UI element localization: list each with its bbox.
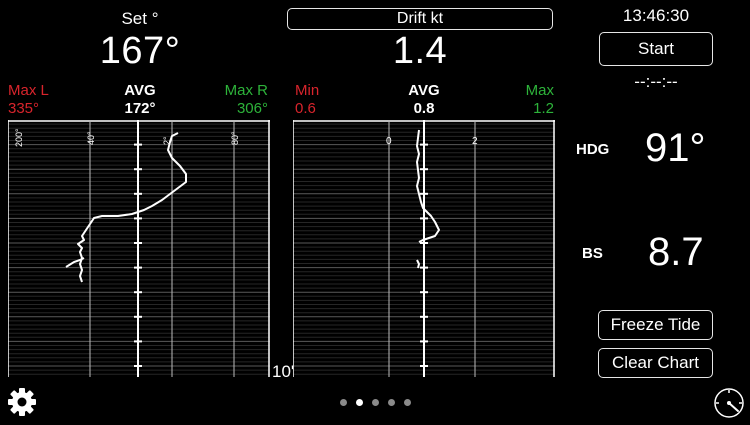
page-dot[interactable]: [340, 399, 347, 406]
drift-max-label: Max: [525, 82, 554, 99]
drift-value: 1.4: [392, 30, 448, 72]
set-avg-value: 172°: [124, 100, 156, 117]
bs-value: 8.7: [648, 230, 704, 274]
drift-avg-label: AVG: [408, 82, 440, 99]
page-dot[interactable]: [356, 399, 363, 406]
start-button[interactable]: Start: [599, 32, 713, 66]
clock: 13:46:30: [622, 6, 690, 25]
set-avg-label: AVG: [124, 82, 156, 99]
hdg-label: HDG: [576, 141, 610, 158]
gauge-icon[interactable]: [712, 386, 746, 420]
page-dot[interactable]: [404, 399, 411, 406]
max-r-label: Max R: [224, 82, 268, 99]
page-dot[interactable]: [388, 399, 395, 406]
drift-min-label: Min: [295, 82, 320, 99]
drift-max-value: 1.2: [533, 100, 554, 117]
drift-tick-2: 2: [472, 136, 478, 147]
hdg-value: 91°: [645, 126, 706, 170]
page-dot[interactable]: [372, 399, 379, 406]
drift-tick-0: 0: [386, 136, 392, 147]
drift-min-value: 0.6: [295, 100, 316, 117]
drift-chart: 0 2: [293, 120, 555, 377]
set-chart: 200° 40° 2° 80°: [8, 120, 270, 377]
set-title: Set °: [121, 9, 159, 28]
time-scale-label: 10': [272, 362, 295, 381]
timer: --:--:--: [634, 72, 678, 91]
set-tick-200: 200°: [14, 128, 24, 147]
bs-label: BS: [582, 245, 603, 262]
set-value: 167°: [99, 30, 181, 72]
max-l-label: Max L: [8, 82, 49, 99]
set-tick-40: 40°: [86, 131, 96, 145]
max-l-value: 335°: [8, 100, 40, 117]
freeze-tide-button[interactable]: Freeze Tide: [598, 310, 713, 340]
set-tick-80: 80°: [230, 131, 240, 145]
drift-avg-value: 0.8: [413, 100, 435, 117]
clear-chart-button[interactable]: Clear Chart: [598, 348, 713, 378]
gear-icon[interactable]: [6, 386, 38, 418]
drift-title-button[interactable]: Drift kt: [287, 8, 553, 30]
max-r-value: 306°: [236, 100, 268, 117]
